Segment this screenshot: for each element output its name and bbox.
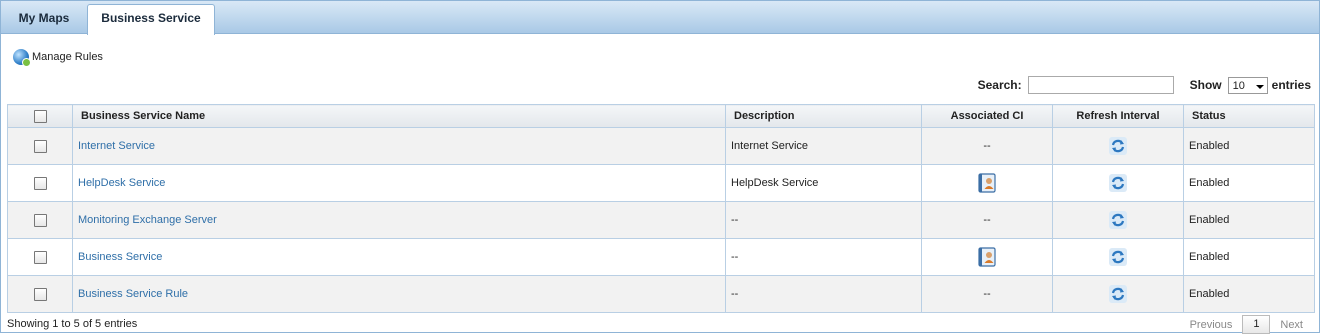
business-service-table: Business Service Name Description Associ… — [7, 104, 1315, 313]
entries-select[interactable]: 10 — [1227, 76, 1268, 94]
refresh-interval-cell — [1052, 201, 1184, 239]
description-cell: Internet Service — [725, 127, 922, 165]
row-checkbox[interactable] — [33, 287, 47, 301]
row-checkbox-cell — [7, 275, 73, 313]
contact-card-icon[interactable] — [978, 173, 996, 193]
tab-bar: My Maps Business Service — [1, 1, 1319, 35]
table-info: Showing 1 to 5 of 5 entries — [7, 318, 138, 330]
show-label: Show — [1189, 78, 1222, 92]
select-all-header — [7, 104, 73, 128]
row-checkbox-cell — [7, 164, 73, 202]
pagination: Previous 1 Next — [1180, 315, 1313, 334]
name-cell: Monitoring Exchange Server — [72, 201, 726, 239]
name-cell: Business Service — [72, 238, 726, 276]
associated-ci-cell: -- — [921, 201, 1053, 239]
row-checkbox-cell — [7, 238, 73, 276]
row-checkbox[interactable] — [33, 139, 47, 153]
table-row: Monitoring Exchange Server -- -- Enabled — [7, 201, 1315, 239]
globe-icon — [13, 49, 31, 67]
manage-rules-label: Manage Rules — [32, 51, 103, 63]
refresh-icon[interactable] — [1109, 248, 1127, 266]
table-row: HelpDesk Service HelpDesk Service Enable… — [7, 164, 1315, 202]
next-button[interactable]: Next — [1280, 319, 1303, 331]
select-all-checkbox[interactable] — [33, 109, 47, 123]
name-cell: Business Service Rule — [72, 275, 726, 313]
status-cell: Enabled — [1183, 127, 1315, 165]
previous-button[interactable]: Previous — [1190, 319, 1233, 331]
tab-business-service[interactable]: Business Service — [87, 4, 215, 35]
search-input[interactable] — [1027, 76, 1174, 94]
associated-ci-cell — [921, 164, 1053, 202]
refresh-interval-cell — [1052, 164, 1184, 202]
page-1-button[interactable]: 1 — [1242, 315, 1271, 334]
column-header-status[interactable]: Status — [1183, 104, 1315, 128]
manage-rules-button[interactable]: Manage Rules — [13, 48, 103, 67]
name-cell: Internet Service — [72, 127, 726, 165]
refresh-icon[interactable] — [1109, 137, 1127, 155]
column-header-description[interactable]: Description — [725, 104, 922, 128]
row-checkbox[interactable] — [33, 213, 47, 227]
refresh-icon[interactable] — [1109, 285, 1127, 303]
table-row: Business Service -- Enabled — [7, 238, 1315, 276]
chevron-down-icon — [1255, 84, 1264, 89]
associated-ci-cell: -- — [921, 127, 1053, 165]
column-header-associated-ci[interactable]: Associated CI — [921, 104, 1053, 128]
service-name-link[interactable]: Business Service — [78, 251, 162, 263]
service-name-link[interactable]: Internet Service — [78, 140, 155, 152]
table-controls: Search: Show 10 entries — [978, 76, 1311, 94]
status-cell: Enabled — [1183, 238, 1315, 276]
business-service-panel: My Maps Business Service Manage Rules Se… — [0, 0, 1320, 334]
description-cell: -- — [725, 275, 922, 313]
table-row: Business Service Rule -- -- Enabled — [7, 275, 1315, 313]
search-label: Search: — [977, 78, 1022, 92]
service-name-link[interactable]: HelpDesk Service — [78, 177, 165, 189]
row-checkbox[interactable] — [33, 176, 47, 190]
table-row: Internet Service Internet Service -- Ena… — [7, 127, 1315, 165]
refresh-icon[interactable] — [1109, 174, 1127, 192]
column-header-name[interactable]: Business Service Name — [72, 104, 726, 128]
description-cell: HelpDesk Service — [725, 164, 922, 202]
status-cell: Enabled — [1183, 201, 1315, 239]
column-header-refresh-interval[interactable]: Refresh Interval — [1052, 104, 1184, 128]
refresh-interval-cell — [1052, 275, 1184, 313]
row-checkbox[interactable] — [33, 250, 47, 264]
service-name-link[interactable]: Monitoring Exchange Server — [78, 214, 217, 226]
contact-card-icon[interactable] — [978, 247, 996, 267]
refresh-icon[interactable] — [1109, 211, 1127, 229]
service-name-link[interactable]: Business Service Rule — [78, 288, 188, 300]
entries-label: entries — [1271, 78, 1311, 92]
row-checkbox-cell — [7, 127, 73, 165]
associated-ci-cell: -- — [921, 275, 1053, 313]
description-cell: -- — [725, 201, 922, 239]
refresh-interval-cell — [1052, 238, 1184, 276]
status-cell: Enabled — [1183, 164, 1315, 202]
status-cell: Enabled — [1183, 275, 1315, 313]
table-header-row: Business Service Name Description Associ… — [7, 104, 1315, 128]
name-cell: HelpDesk Service — [72, 164, 726, 202]
description-cell: -- — [725, 238, 922, 276]
row-checkbox-cell — [7, 201, 73, 239]
associated-ci-cell — [921, 238, 1053, 276]
entries-select-value: 10 — [1232, 79, 1245, 92]
refresh-interval-cell — [1052, 127, 1184, 165]
tab-my-maps[interactable]: My Maps — [5, 5, 83, 33]
